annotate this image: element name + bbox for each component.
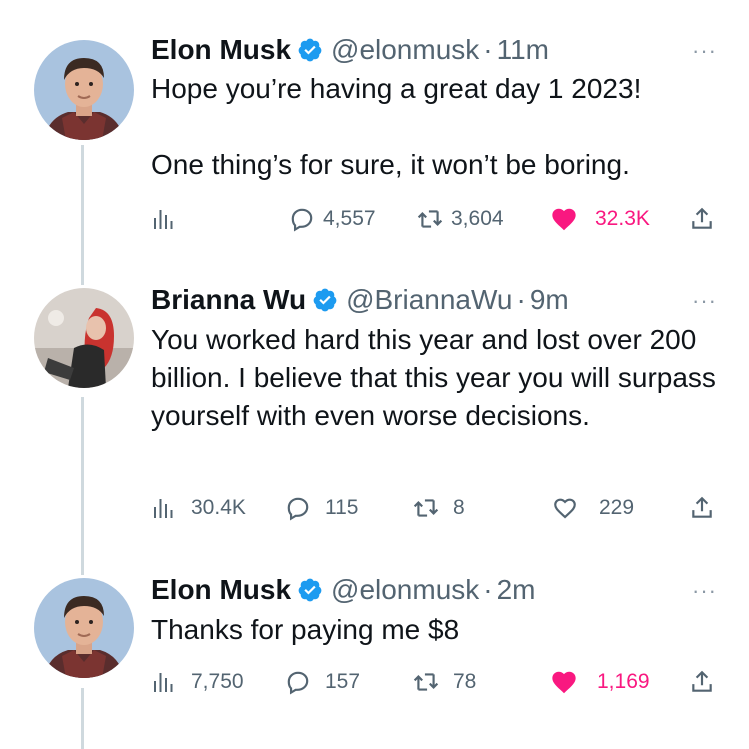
share-icon bbox=[692, 496, 712, 518]
analytics-icon bbox=[154, 673, 173, 692]
tweet[interactable]: Elon Musk @elonmusk · 11m ··· Hope you’r… bbox=[0, 0, 749, 270]
analytics-button[interactable]: 30.4K bbox=[151, 491, 246, 525]
tweet-text: Thanks for paying me $8 bbox=[151, 611, 721, 649]
heart-filled-icon bbox=[552, 208, 576, 231]
author-name[interactable]: Elon Musk bbox=[151, 34, 291, 66]
reply-icon bbox=[291, 208, 313, 232]
reply-icon bbox=[287, 671, 309, 695]
author-handle[interactable]: @BriannaWu bbox=[346, 284, 512, 316]
like-button[interactable]: 229 bbox=[551, 491, 634, 525]
tweet-header: Brianna Wu @BriannaWu · 9m bbox=[151, 283, 569, 317]
analytics-icon bbox=[154, 210, 173, 229]
timestamp[interactable]: 9m bbox=[530, 284, 569, 316]
elon-musk-avatar-icon bbox=[34, 40, 134, 140]
share-icon bbox=[692, 670, 712, 692]
retweet-button[interactable]: 3,604 bbox=[417, 202, 504, 236]
share-icon bbox=[692, 207, 712, 229]
tweet-actions: 7,750 157 78 1,169 bbox=[151, 665, 721, 699]
analytics-icon bbox=[154, 499, 173, 518]
tweet-text-line: Hope you’re having a great day 1 2023! bbox=[151, 73, 642, 104]
reply-button[interactable]: 4,557 bbox=[289, 202, 376, 236]
timestamp[interactable]: 11m bbox=[497, 34, 549, 66]
retweet-button[interactable]: 8 bbox=[413, 491, 465, 525]
more-options-icon[interactable]: ··· bbox=[692, 288, 717, 314]
like-count: 229 bbox=[599, 496, 635, 519]
like-count: 32.3K bbox=[595, 207, 650, 230]
tweet[interactable]: Brianna Wu @BriannaWu · 9m ··· You worke… bbox=[0, 270, 749, 560]
avatar[interactable] bbox=[34, 578, 134, 678]
more-options-icon[interactable]: ··· bbox=[692, 578, 717, 604]
avatar[interactable] bbox=[34, 288, 134, 388]
separator-dot: · bbox=[483, 574, 493, 605]
share-button[interactable] bbox=[689, 202, 715, 236]
author-name[interactable]: Elon Musk bbox=[151, 574, 291, 606]
tweet-header: Elon Musk @elonmusk · 11m bbox=[151, 33, 549, 67]
verified-badge-icon bbox=[298, 38, 322, 62]
verified-badge-icon bbox=[298, 578, 322, 602]
author-handle[interactable]: @elonmusk bbox=[331, 34, 479, 66]
retweet-count: 78 bbox=[453, 670, 477, 693]
analytics-button[interactable]: 7,750 bbox=[151, 665, 244, 699]
reply-count: 115 bbox=[325, 496, 359, 519]
reply-count: 157 bbox=[325, 670, 361, 693]
reply-icon bbox=[287, 497, 309, 521]
heart-filled-icon bbox=[552, 671, 576, 694]
more-options-icon[interactable]: ··· bbox=[692, 38, 717, 64]
share-button[interactable] bbox=[689, 491, 715, 525]
elon-musk-avatar-icon bbox=[34, 578, 134, 678]
timestamp[interactable]: 2m bbox=[497, 574, 536, 606]
view-count: 30.4K bbox=[191, 496, 246, 519]
reply-button[interactable]: 157 bbox=[285, 665, 360, 699]
tweet-text: Hope you’re having a great day 1 2023! O… bbox=[151, 70, 721, 184]
tweet-actions: 4,557 3,604 32.3K bbox=[151, 202, 721, 236]
author-handle[interactable]: @elonmusk bbox=[331, 574, 479, 606]
reply-button[interactable]: 115 bbox=[285, 491, 358, 525]
tweet[interactable]: Elon Musk @elonmusk · 2m ··· Thanks for … bbox=[0, 560, 749, 749]
tweet-text-line: You worked hard this year and lost over … bbox=[151, 324, 716, 431]
share-button[interactable] bbox=[689, 665, 715, 699]
verified-badge-icon bbox=[313, 288, 337, 312]
brianna-wu-avatar-icon bbox=[34, 288, 134, 388]
retweet-button[interactable]: 78 bbox=[413, 665, 476, 699]
avatar[interactable] bbox=[34, 40, 134, 140]
analytics-button[interactable] bbox=[151, 202, 175, 236]
tweet-text: You worked hard this year and lost over … bbox=[151, 321, 721, 435]
like-count: 1,169 bbox=[597, 670, 650, 693]
retweet-count: 8 bbox=[453, 496, 465, 519]
author-name[interactable]: Brianna Wu bbox=[151, 284, 306, 316]
retweet-icon bbox=[413, 499, 439, 517]
retweet-count: 3,604 bbox=[451, 207, 504, 230]
tweet-actions: 30.4K 115 8 229 bbox=[151, 491, 721, 525]
like-button[interactable]: 32.3K bbox=[549, 202, 650, 236]
separator-dot: · bbox=[483, 34, 493, 65]
reply-count: 4,557 bbox=[323, 207, 376, 230]
separator-dot: · bbox=[516, 284, 526, 315]
retweet-icon bbox=[413, 673, 439, 691]
tweet-text-line: Thanks for paying me $8 bbox=[151, 614, 460, 645]
like-button[interactable]: 1,169 bbox=[549, 665, 650, 699]
view-count: 7,750 bbox=[191, 670, 244, 693]
heart-outline-icon bbox=[554, 498, 576, 519]
tweet-text-line: One thing’s for sure, it won’t be boring… bbox=[151, 149, 630, 180]
tweet-header: Elon Musk @elonmusk · 2m bbox=[151, 573, 536, 607]
retweet-icon bbox=[417, 210, 443, 228]
